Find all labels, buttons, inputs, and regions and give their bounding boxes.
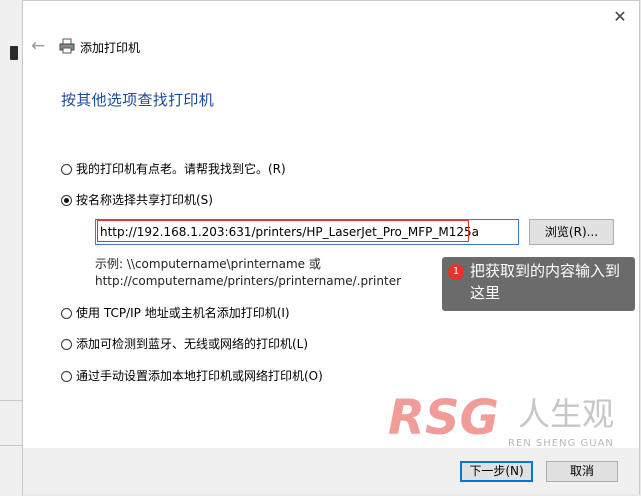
- radio-button[interactable]: [61, 371, 72, 382]
- dialog-title: 添加打印机: [80, 41, 141, 55]
- option-tcpip[interactable]: 使用 TCP/IP 地址或主机名添加打印机(I): [61, 305, 290, 321]
- watermark-name: 人生观: [518, 395, 615, 433]
- close-icon: ✕: [613, 7, 627, 26]
- example-text: 示例: \\computername\printername 或 http://…: [95, 256, 401, 290]
- close-button[interactable]: ✕: [609, 7, 631, 27]
- cancel-button[interactable]: 取消: [546, 461, 618, 482]
- option-label: 我的打印机有点老。请帮我找到它。(R): [76, 162, 286, 176]
- option-manual-setup[interactable]: 通过手动设置添加本地打印机或网络打印机(O): [61, 368, 323, 384]
- background-app-strip: [0, 0, 23, 496]
- example-line: http://computername/printers/printername…: [95, 274, 402, 288]
- option-label: 使用 TCP/IP 地址或主机名添加打印机(I): [76, 306, 290, 320]
- dialog-footer: 下一步(N) 取消: [23, 448, 639, 494]
- watermark-logo: RSG 人生观 REN SHENG GUAN: [388, 390, 641, 454]
- radio-button[interactable]: [61, 164, 72, 175]
- back-arrow-icon[interactable]: ←: [31, 35, 45, 57]
- page-heading: 按其他选项查找打印机: [61, 91, 215, 109]
- background-app-icon: [10, 46, 18, 60]
- annotation-number-badge: 1: [448, 264, 464, 280]
- option-label: 通过手动设置添加本地打印机或网络打印机(O): [76, 369, 323, 383]
- example-line: 示例: \\computername\printername 或: [95, 257, 321, 271]
- radio-button[interactable]: [61, 339, 72, 350]
- next-button[interactable]: 下一步(N): [460, 461, 533, 482]
- background-divider: [0, 445, 22, 446]
- option-bluetooth-wireless[interactable]: 添加可检测到蓝牙、无线或网络的打印机(L): [61, 336, 308, 352]
- option-label: 按名称选择共享打印机(S): [76, 193, 213, 207]
- browse-button[interactable]: 浏览(R)...: [529, 219, 614, 245]
- watermark-rsg: RSG: [388, 390, 499, 446]
- dialog-header: ← 添加打印机: [23, 35, 639, 57]
- background-divider: [0, 400, 22, 401]
- radio-button[interactable]: [61, 308, 72, 319]
- annotation-text: 把获取到的内容输入到这里: [470, 262, 621, 302]
- printer-icon: [59, 38, 75, 54]
- add-printer-dialog: ✕ ← 添加打印机 按其他选项查找打印机 我的打印机有点老。请帮我找到它。(R)…: [22, 0, 640, 494]
- radio-button-checked[interactable]: [61, 195, 72, 206]
- option-old-printer[interactable]: 我的打印机有点老。请帮我找到它。(R): [61, 161, 286, 177]
- option-label: 添加可检测到蓝牙、无线或网络的打印机(L): [76, 337, 309, 351]
- shared-printer-name-input[interactable]: http://192.168.1.203:631/printers/HP_Las…: [95, 219, 519, 245]
- annotation-callout: 1 把获取到的内容输入到这里: [442, 257, 635, 311]
- option-shared-printer-by-name[interactable]: 按名称选择共享打印机(S): [61, 192, 213, 208]
